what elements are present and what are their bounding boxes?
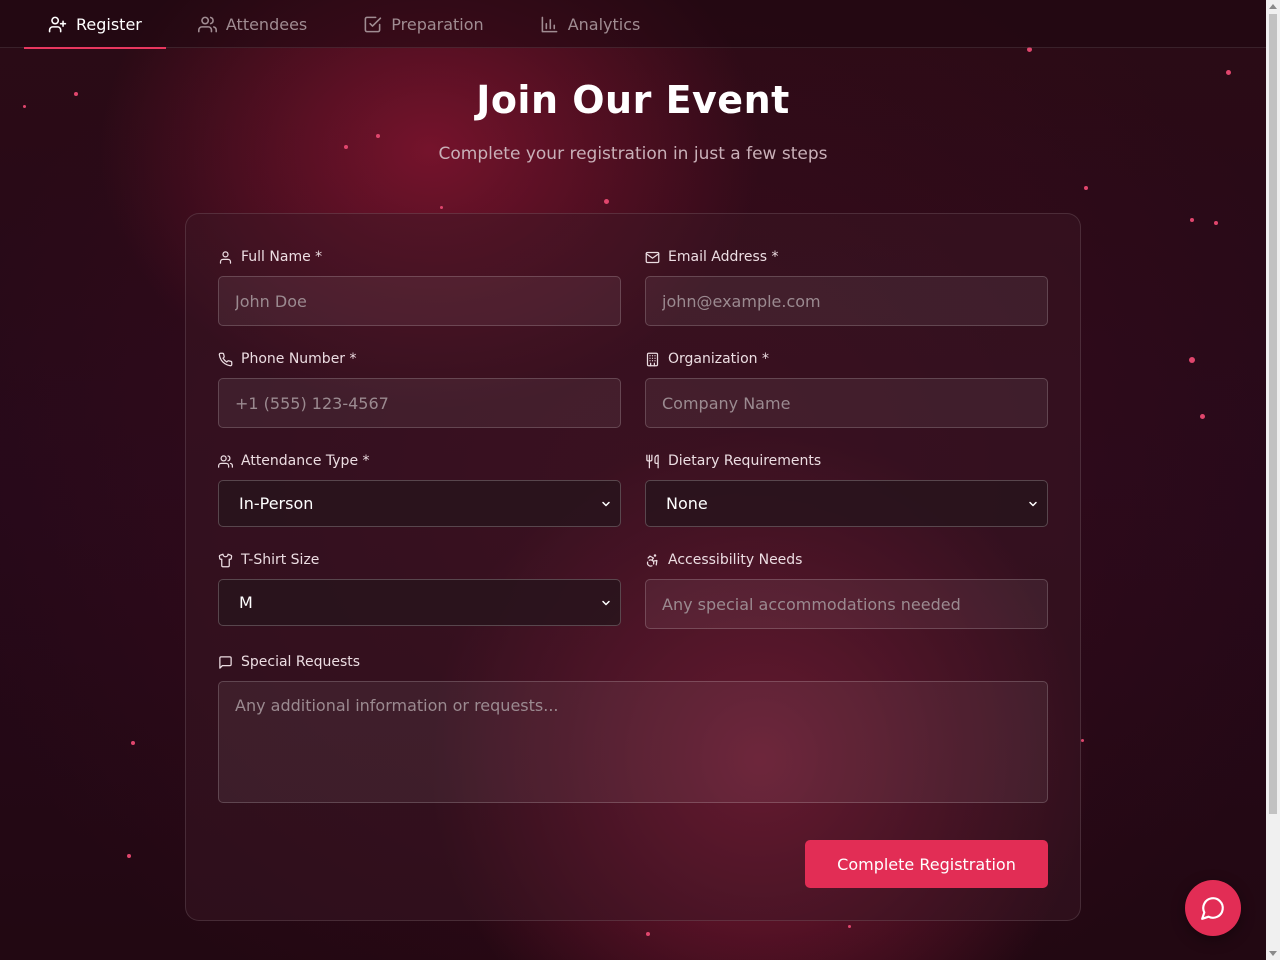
organization-input[interactable]	[645, 378, 1048, 428]
phone-field: Phone Number *	[218, 350, 621, 428]
attendance-type-select[interactable]: In-Person	[218, 480, 621, 527]
page-scrollbar[interactable]	[1266, 0, 1280, 960]
dietary-label: Dietary Requirements	[645, 452, 1048, 470]
accessibility-label-text: Accessibility Needs	[668, 552, 803, 568]
attendance-type-label-text: Attendance Type *	[241, 453, 370, 469]
attendance-type-label: Attendance Type *	[218, 452, 621, 470]
particle	[1081, 739, 1084, 742]
building-icon	[646, 352, 659, 366]
full-name-field: Full Name *	[218, 248, 621, 326]
scroll-thumb[interactable]	[1269, 14, 1277, 814]
particle	[848, 925, 851, 928]
tab-register[interactable]: Register	[24, 0, 166, 49]
users-icon	[197, 16, 217, 32]
particle	[1190, 218, 1194, 222]
chat-bubble-icon	[1201, 897, 1224, 920]
accessibility-input[interactable]	[645, 579, 1048, 629]
particle	[646, 932, 650, 936]
tab-preparation-label: Preparation	[391, 14, 484, 34]
dietary-select[interactable]: None	[645, 480, 1048, 527]
special-requests-textarea[interactable]	[218, 681, 1048, 803]
phone-label-text: Phone Number *	[241, 351, 357, 367]
user-plus-icon	[48, 16, 67, 32]
attendance-type-value: In-Person	[239, 494, 314, 513]
email-label-text: Email Address *	[668, 249, 779, 265]
particle	[1189, 357, 1195, 363]
full-name-input[interactable]	[218, 276, 621, 326]
tab-attendees-label: Attendees	[225, 14, 308, 34]
particle	[1200, 414, 1205, 419]
accessibility-label: Accessibility Needs	[645, 551, 1048, 569]
accessibility-field: Accessibility Needs	[645, 551, 1048, 629]
particle	[440, 206, 443, 209]
particle	[1226, 70, 1231, 75]
bar-chart-icon	[541, 16, 558, 32]
particle	[1084, 186, 1088, 190]
tshirt-value: M	[239, 593, 253, 612]
organization-label: Organization *	[645, 350, 1048, 368]
organization-field: Organization *	[645, 350, 1048, 428]
particle	[1214, 221, 1218, 225]
message-square-icon	[219, 655, 232, 669]
tshirt-select[interactable]: M	[218, 579, 621, 626]
email-label: Email Address *	[645, 248, 1048, 266]
phone-input[interactable]	[218, 378, 621, 428]
user-icon	[219, 250, 232, 264]
tab-attendees[interactable]: Attendees	[174, 0, 331, 48]
tab-analytics-label: Analytics	[567, 14, 641, 34]
tshirt-label: T-Shirt Size	[218, 551, 621, 569]
email-field: Email Address *	[645, 248, 1048, 326]
organization-label-text: Organization *	[668, 351, 769, 367]
registration-form: Full Name * Email Address * Phone Number…	[185, 213, 1081, 921]
complete-registration-button[interactable]: Complete Registration	[805, 840, 1048, 888]
check-square-icon	[364, 16, 382, 32]
phone-icon	[218, 352, 233, 366]
particle	[604, 199, 609, 204]
users-icon	[218, 454, 233, 468]
dietary-label-text: Dietary Requirements	[668, 453, 822, 469]
tab-preparation[interactable]: Preparation	[339, 0, 507, 48]
phone-label: Phone Number *	[218, 350, 621, 368]
utensils-icon	[646, 454, 659, 468]
accessibility-icon	[646, 553, 658, 567]
special-requests-label-text: Special Requests	[241, 654, 361, 670]
tshirt-field: T-Shirt Size M	[218, 551, 621, 626]
tab-analytics[interactable]: Analytics	[516, 0, 665, 48]
page-title: Join Our Event	[476, 78, 790, 122]
mail-icon	[645, 251, 660, 263]
scroll-up-icon[interactable]	[1269, 4, 1277, 9]
chevron-down-icon	[1029, 501, 1037, 506]
scroll-down-icon[interactable]	[1269, 951, 1277, 956]
chevron-down-icon	[602, 501, 610, 506]
particle	[127, 854, 131, 858]
page-header: Join Our Event Complete your registratio…	[0, 78, 1266, 164]
top-nav: Register Attendees Preparation Analytics	[0, 0, 1266, 49]
full-name-label-text: Full Name *	[241, 249, 323, 265]
tshirt-label-text: T-Shirt Size	[241, 552, 320, 568]
full-name-label: Full Name *	[218, 248, 621, 266]
special-requests-label: Special Requests	[218, 653, 1048, 671]
special-requests-field: Special Requests	[218, 653, 1048, 807]
attendance-type-field: Attendance Type * In-Person	[218, 452, 621, 527]
dietary-field: Dietary Requirements None	[645, 452, 1048, 527]
tab-register-label: Register	[76, 14, 142, 34]
email-input[interactable]	[645, 276, 1048, 326]
shirt-icon	[218, 553, 233, 567]
page-subtitle: Complete your registration in just a few…	[438, 144, 828, 164]
chevron-down-icon	[602, 600, 610, 605]
dietary-value: None	[666, 494, 708, 513]
chat-button[interactable]	[1185, 880, 1241, 936]
particle	[131, 741, 135, 745]
